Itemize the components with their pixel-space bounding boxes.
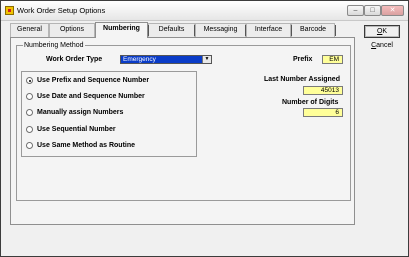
tab-divider — [245, 25, 246, 36]
tab-divider — [335, 25, 336, 36]
app-icon — [5, 6, 14, 15]
tab-numbering[interactable]: Numbering — [95, 22, 148, 38]
minimize-button[interactable]: – — [347, 5, 364, 16]
prefix-field[interactable]: EM — [322, 55, 343, 64]
last-number-field[interactable]: 45013 — [303, 86, 343, 95]
numbering-options-box: Use Prefix and Sequence Number Use Date … — [21, 71, 197, 157]
digits-label: Number of Digits — [282, 99, 339, 106]
last-number-label: Last Number Assigned — [264, 76, 340, 83]
ok-label: K — [382, 28, 388, 35]
ok-button[interactable]: OK — [364, 25, 400, 38]
maximize-button[interactable]: □ — [364, 5, 381, 16]
tab-interface[interactable]: Interface — [246, 23, 291, 37]
radio-label: Use Same Method as Routine — [37, 142, 136, 149]
radio-button[interactable] — [26, 93, 33, 100]
work-order-type-select[interactable]: Emergency ▼ — [120, 55, 212, 64]
tab-divider — [291, 25, 292, 36]
tab-options[interactable]: Options — [49, 23, 95, 37]
tab-messaging[interactable]: Messaging — [195, 23, 246, 37]
group-title: Numbering Method — [23, 41, 85, 50]
tab-divider — [148, 25, 149, 36]
digits-field[interactable]: 6 — [303, 108, 343, 117]
work-order-type-label: Work Order Type — [46, 56, 103, 63]
tab-defaults[interactable]: Defaults — [148, 23, 195, 37]
radio-label: Use Date and Sequence Number — [37, 93, 145, 100]
radio-label: Manually assign Numbers — [37, 109, 124, 116]
numbering-method-group: Numbering Method Work Order Type Emergen… — [16, 41, 351, 201]
tab-general[interactable]: General — [10, 23, 49, 37]
dialog-client-area: General Options Numbering Defaults Messa… — [4, 22, 406, 254]
radio-label: Use Sequential Number — [37, 126, 116, 133]
numbering-tab-panel: Numbering Method Work Order Type Emergen… — [10, 37, 355, 225]
radio-button[interactable] — [26, 77, 33, 84]
radio-label: Use Prefix and Sequence Number — [37, 77, 150, 84]
radio-button[interactable] — [26, 142, 33, 149]
work-order-type-value: Emergency — [123, 56, 156, 63]
prefix-label: Prefix — [293, 56, 313, 63]
setup-options-window: Work Order Setup Options – □ ✕ General O… — [0, 0, 409, 257]
cancel-label: ancel — [376, 42, 393, 49]
cancel-button[interactable]: Cancel — [364, 40, 400, 53]
tab-barcode[interactable]: Barcode — [291, 23, 335, 37]
chevron-down-icon[interactable]: ▼ — [202, 56, 211, 63]
tab-divider — [194, 25, 195, 36]
radio-button[interactable] — [26, 126, 33, 133]
title-bar[interactable]: Work Order Setup Options – □ ✕ — [1, 1, 408, 21]
close-button[interactable]: ✕ — [381, 5, 404, 16]
radio-button[interactable] — [26, 109, 33, 116]
window-title: Work Order Setup Options — [17, 6, 106, 15]
